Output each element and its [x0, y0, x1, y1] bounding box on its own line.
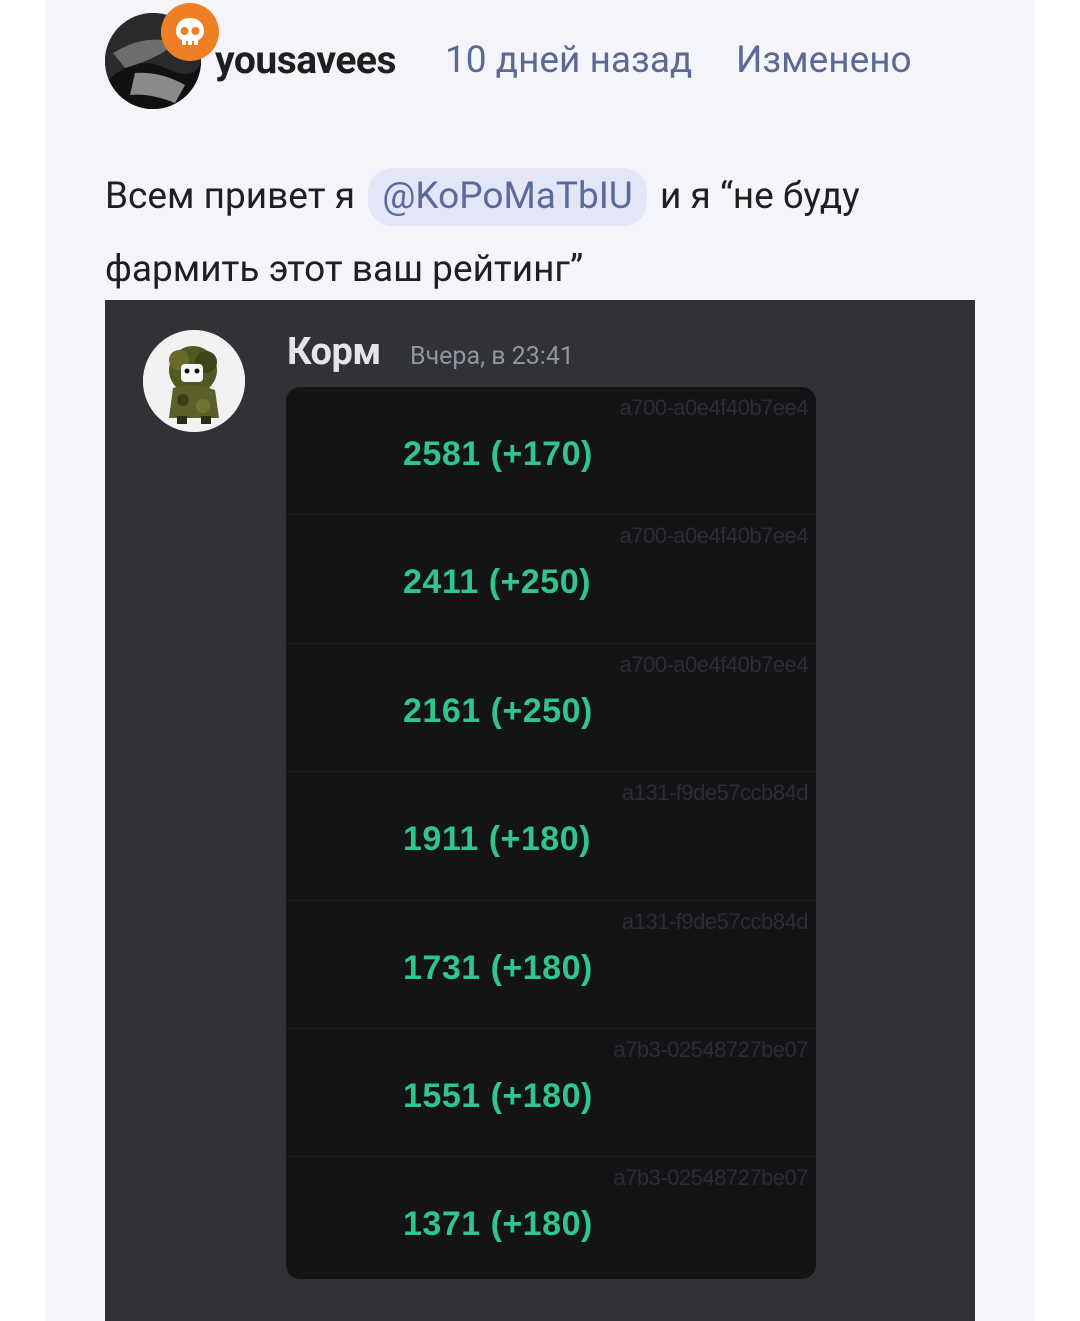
match-id: a700-a0e4f40b7ee4: [619, 523, 809, 549]
rating-row: a700-a0e4f40b7ee4 2581 (+170): [286, 387, 816, 516]
rating-value: 2161 (+250): [403, 691, 593, 730]
rating-row: a7b3-02548727be07 1551 (+180): [286, 1029, 816, 1158]
rating-row: a131-f9de57ccb84d 1911 (+180): [286, 772, 816, 901]
match-id: a7b3-02548727be07: [613, 1036, 808, 1062]
rating-row: a700-a0e4f40b7ee4 2161 (+250): [286, 644, 816, 773]
match-id: a131-f9de57ccb84d: [622, 780, 809, 806]
comment-card: yousavees 10 дней назад Изменено Всем пр…: [45, 0, 1035, 1321]
rating-value: 2411 (+250): [403, 563, 591, 602]
rating-row: a7b3-02548727be07 1371 (+180): [286, 1157, 816, 1279]
rating-value: 2581 (+170): [403, 435, 593, 473]
discord-author: Корм: [287, 330, 381, 374]
rating-value: 1911 (+180): [403, 820, 591, 859]
post-time: 10 дней назад: [445, 39, 693, 82]
user-mention[interactable]: @KoPoMaTbIU: [368, 168, 647, 226]
rating-value: 1551 (+180): [403, 1076, 593, 1115]
match-id: a7b3-02548727be07: [613, 1165, 808, 1191]
skull-icon: [176, 18, 204, 45]
text-before: Всем привет я: [105, 175, 356, 218]
username[interactable]: yousavees: [215, 37, 396, 83]
badge: [161, 3, 219, 61]
discord-avatar: [143, 330, 245, 432]
edited-label: Изменено: [736, 39, 912, 82]
discord-time: Вчера, в 23:41: [410, 342, 574, 371]
attached-screenshot[interactable]: Корм Вчера, в 23:41 a700-a0e4f40b7ee4 25…: [105, 300, 975, 1321]
rating-value: 1731 (+180): [403, 948, 593, 987]
rating-value: 1371 (+180): [403, 1205, 593, 1244]
rating-row: a131-f9de57ccb84d 1731 (+180): [286, 901, 816, 1029]
comment-text: Всем привет я @KoPoMaTbIU и я “не буду ф…: [105, 160, 985, 306]
rating-embed: a700-a0e4f40b7ee4 2581 (+170) a700-a0e4f…: [286, 387, 816, 1279]
match-id: a131-f9de57ccb84d: [622, 908, 809, 934]
match-id: a700-a0e4f40b7ee4: [619, 651, 809, 677]
rating-row: a700-a0e4f40b7ee4 2411 (+250): [286, 515, 816, 644]
comment-header: yousavees 10 дней назад Изменено: [105, 3, 1005, 120]
match-id: a700-a0e4f40b7ee4: [619, 395, 809, 420]
